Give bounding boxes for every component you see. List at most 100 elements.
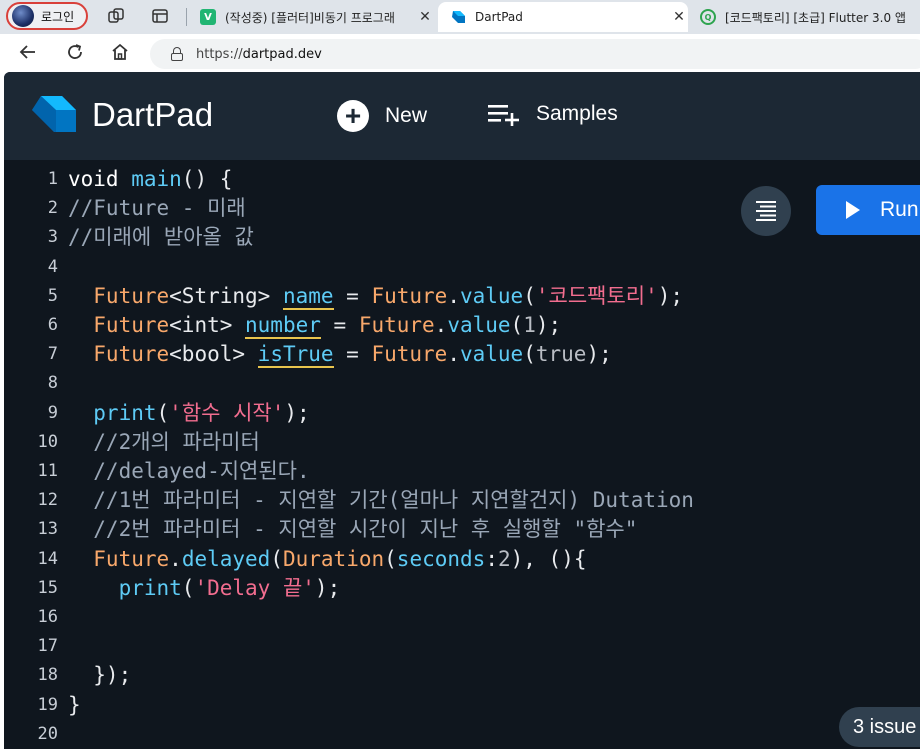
line-number: 7 xyxy=(47,344,58,365)
close-icon[interactable]: ✕ xyxy=(416,9,434,25)
code-token: ( xyxy=(523,342,536,367)
code-token: = xyxy=(333,342,372,367)
code-line[interactable]: 6 Future<int> number = Future.value(1); xyxy=(4,311,920,340)
samples-label: Samples xyxy=(536,102,618,125)
code-line[interactable]: 7 Future<bool> isTrue = Future.value(tru… xyxy=(4,340,920,369)
format-button[interactable] xyxy=(741,186,791,236)
url-field[interactable]: https://dartpad.dev xyxy=(150,39,920,69)
tab-dartpad[interactable]: DartPad ✕ xyxy=(438,2,688,32)
code-text: //2번 파라미터 - 지연할 시간이 지난 후 실행할 "함수" xyxy=(68,515,637,544)
workspaces-icon[interactable] xyxy=(106,7,126,27)
code-text: print('Delay 끝'); xyxy=(68,574,341,603)
code-line[interactable]: 19} xyxy=(4,691,920,720)
course-favicon-icon: Q xyxy=(700,9,716,25)
tab-blog-draft[interactable]: V (작성중) [플러터]비동기 프로그래 ✕ xyxy=(192,2,434,32)
code-text: Future.delayed(Duration(seconds:2), (){ xyxy=(68,545,586,574)
dartpad-app: DartPad + New Samples 1 void main() { 2 //F… xyxy=(4,72,920,749)
code-token: <int> xyxy=(169,313,246,337)
code-line[interactable]: 4 xyxy=(4,253,920,282)
code-line[interactable]: 17 xyxy=(4,632,920,661)
code-token: main xyxy=(131,167,182,191)
code-token: print xyxy=(68,400,157,425)
line-number: 13 xyxy=(37,519,58,540)
code-token: . xyxy=(447,342,460,367)
code-token: = xyxy=(333,283,372,308)
code-text: } xyxy=(68,691,81,720)
code-token: number xyxy=(245,313,321,339)
code-token: ( xyxy=(384,546,397,571)
new-button[interactable]: + New xyxy=(337,100,427,132)
lock-icon[interactable] xyxy=(170,47,184,61)
dartpad-header: DartPad + New Samples xyxy=(4,72,920,160)
line-number: 5 xyxy=(47,285,58,306)
code-token: : xyxy=(485,546,498,571)
code-token: }); xyxy=(68,663,132,688)
code-token: ); xyxy=(535,313,562,337)
code-line[interactable]: 11 //delayed-지연된다. xyxy=(4,457,920,486)
code-token: } xyxy=(68,692,81,717)
velog-favicon-icon: V xyxy=(200,9,216,25)
browser-tab-strip: 로그인 V (작성중) [플러터]비동기 프로그래 ✕ DartPad ✕ Q … xyxy=(0,0,920,34)
code-line[interactable]: 15 print('Delay 끝'); xyxy=(4,574,920,603)
code-token: <bool> xyxy=(169,342,258,367)
code-token: Future xyxy=(358,313,435,337)
code-line[interactable]: 8 xyxy=(4,369,920,398)
code-text: Future<bool> isTrue = Future.value(true)… xyxy=(68,340,612,369)
code-token: 1 xyxy=(523,313,536,337)
code-token: delayed xyxy=(181,546,271,571)
code-text: //미래에 받아올 값 xyxy=(68,223,254,252)
code-text: }); xyxy=(68,661,131,690)
refresh-icon[interactable] xyxy=(63,42,87,64)
samples-button[interactable]: Samples xyxy=(488,102,618,126)
code-token: print xyxy=(68,575,182,600)
code-token: void xyxy=(68,167,132,191)
tab-course[interactable]: Q [코드팩토리] [초급] Flutter 3.0 앱 xyxy=(692,2,920,32)
line-number: 16 xyxy=(37,607,58,627)
code-line[interactable]: 20 xyxy=(4,720,920,749)
issues-badge[interactable]: 3 issue xyxy=(839,707,920,747)
line-number: 12 xyxy=(37,490,58,511)
profile-button[interactable]: 로그인 xyxy=(6,2,88,30)
run-label: Run xyxy=(880,198,919,221)
close-icon[interactable]: ✕ xyxy=(670,9,688,25)
code-text: Future<int> number = Future.value(1); xyxy=(68,311,561,340)
code-editor[interactable]: 1 void main() { 2 //Future - 미래 3 //미래에 받아올 값… xyxy=(4,160,920,749)
code-token: Future xyxy=(68,313,170,337)
code-token: ( xyxy=(270,546,283,571)
code-token: 'Delay 끝' xyxy=(194,575,315,600)
code-token: ( xyxy=(181,575,195,600)
code-line[interactable]: 18 }); xyxy=(4,661,920,690)
code-token: () { xyxy=(181,167,233,191)
code-text: print('함수 시작'); xyxy=(68,399,309,428)
code-line[interactable]: 9 print('함수 시작'); xyxy=(4,399,920,428)
tab-title: [코드팩토리] [초급] Flutter 3.0 앱 xyxy=(725,10,906,25)
code-text: //1번 파라미터 - 지연할 기간(얼마나 지연할건지) Dutation xyxy=(68,486,694,515)
code-token: Future xyxy=(68,342,170,367)
run-button[interactable]: Run xyxy=(816,185,920,235)
code-token: //delayed-지연된다. xyxy=(68,459,310,483)
code-line[interactable]: 16 xyxy=(4,603,920,632)
line-number: 3 xyxy=(47,227,58,248)
back-arrow-icon[interactable] xyxy=(16,42,40,64)
code-token: Future xyxy=(371,342,448,367)
code-line[interactable]: 14 Future.delayed(Duration(seconds:2), (… xyxy=(4,545,920,574)
home-icon[interactable] xyxy=(108,42,132,64)
code-line[interactable]: 5 Future<String> name = Future.value('코드… xyxy=(4,282,920,311)
tab-actions-icon[interactable] xyxy=(150,7,170,27)
code-token: value xyxy=(447,313,511,337)
code-token: ( xyxy=(523,283,536,308)
code-text: //delayed-지연된다. xyxy=(68,457,310,486)
code-token: '코드팩토리' xyxy=(535,283,658,308)
code-token: . xyxy=(447,283,460,308)
code-token: 2 xyxy=(497,546,511,571)
code-token: . xyxy=(169,546,182,571)
brand-title: DartPad xyxy=(92,96,214,133)
code-token: ( xyxy=(510,313,524,337)
add-circle-icon: + xyxy=(337,100,369,132)
playlist-add-icon xyxy=(488,105,519,126)
code-line[interactable]: 13 //2번 파라미터 - 지연할 시간이 지난 후 실행할 "함수" xyxy=(4,515,920,544)
code-text: //Future - 미래 xyxy=(68,194,246,223)
code-line[interactable]: 10 //2개의 파라미터 xyxy=(4,428,920,457)
code-token: value xyxy=(459,283,524,308)
code-line[interactable]: 12 //1번 파라미터 - 지연할 기간(얼마나 지연할건지) Dutatio… xyxy=(4,486,920,515)
